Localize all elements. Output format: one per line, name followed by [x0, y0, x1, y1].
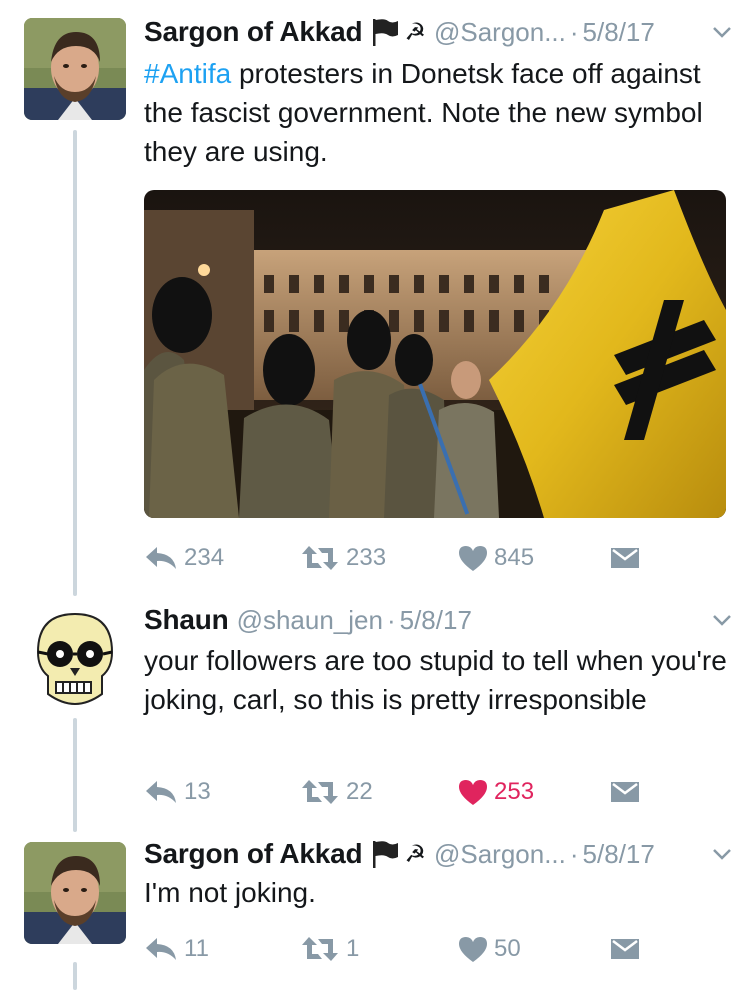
reply-count: 13: [184, 778, 211, 805]
tweet-actions: 234 233 845: [144, 540, 704, 576]
thread-line: [73, 962, 77, 990]
reply-count: 11: [184, 935, 209, 962]
chevron-down-icon[interactable]: [710, 608, 734, 632]
avatar[interactable]: [24, 18, 126, 120]
envelope-icon: [611, 939, 639, 959]
tweet-header: Sargon of Akkad ☭ @Sargon... · 5/8/17: [144, 14, 734, 50]
direct-message-button[interactable]: [610, 931, 646, 967]
like-count: 253: [494, 778, 535, 805]
retweet-icon: [302, 937, 338, 961]
chevron-down-icon[interactable]: [710, 842, 734, 866]
like-count: 50: [494, 935, 521, 962]
separator: ·: [569, 16, 579, 47]
black-flag-icon: [370, 17, 400, 47]
tweet-text: #Antifa protesters in Donetsk face off a…: [144, 54, 734, 171]
hashtag-link[interactable]: #Antifa: [144, 58, 231, 89]
timestamp[interactable]: 5/8/17: [583, 17, 655, 48]
retweet-count: 233: [346, 544, 387, 571]
handle[interactable]: @Sargon...: [434, 17, 566, 48]
tweet-actions: 11 1 50: [144, 931, 704, 967]
retweet-button[interactable]: 233: [300, 540, 386, 576]
avatar[interactable]: [24, 606, 126, 708]
reply-icon: [146, 547, 176, 569]
tweet-header: Sargon of Akkad ☭ @Sargon... · 5/8/17: [144, 836, 734, 872]
separator: ·: [569, 838, 579, 869]
like-count: 845: [494, 544, 535, 571]
handle[interactable]: @shaun_jen: [237, 605, 383, 636]
reply-icon: [146, 781, 176, 803]
retweet-icon: [302, 546, 338, 570]
reply-button[interactable]: 13: [144, 774, 211, 810]
timestamp[interactable]: 5/8/17: [583, 839, 655, 870]
retweet-button[interactable]: 22: [300, 774, 373, 810]
hammer-sickle-icon: ☭: [404, 18, 426, 46]
black-flag-icon: [370, 839, 400, 869]
separator: ·: [386, 604, 396, 635]
like-button[interactable]: 253: [458, 774, 534, 810]
tweet-image[interactable]: [144, 190, 726, 518]
direct-message-button[interactable]: [610, 540, 646, 576]
chevron-down-icon[interactable]: [710, 20, 734, 44]
tweet-header: Shaun @shaun_jen · 5/8/17: [144, 602, 734, 638]
hammer-sickle-icon: ☭: [404, 840, 426, 868]
thread-line: [73, 718, 77, 832]
retweet-button[interactable]: 1: [300, 931, 359, 967]
tweet-actions: 13 22 253: [144, 774, 704, 810]
retweet-count: 22: [346, 778, 373, 805]
heart-icon: [459, 780, 487, 805]
avatar[interactable]: [24, 842, 126, 944]
direct-message-button[interactable]: [610, 774, 646, 810]
reply-button[interactable]: 234: [144, 540, 224, 576]
like-button[interactable]: 50: [458, 931, 521, 967]
reply-icon: [146, 938, 176, 960]
envelope-icon: [611, 782, 639, 802]
like-button[interactable]: 845: [458, 540, 534, 576]
thread-line: [73, 130, 77, 596]
reply-count: 234: [184, 544, 225, 571]
retweet-icon: [302, 780, 338, 804]
heart-icon: [459, 937, 487, 962]
tweet-text: your followers are too stupid to tell wh…: [144, 645, 727, 715]
display-name[interactable]: Sargon of Akkad: [144, 16, 363, 48]
display-name[interactable]: Shaun: [144, 604, 229, 636]
retweet-count: 1: [346, 935, 360, 962]
reply-button[interactable]: 11: [144, 931, 209, 967]
heart-icon: [459, 546, 487, 571]
envelope-icon: [611, 548, 639, 568]
handle[interactable]: @Sargon...: [434, 839, 566, 870]
display-name[interactable]: Sargon of Akkad: [144, 838, 363, 870]
tweet-text: I'm not joking.: [144, 877, 316, 908]
timestamp[interactable]: 5/8/17: [400, 605, 472, 636]
